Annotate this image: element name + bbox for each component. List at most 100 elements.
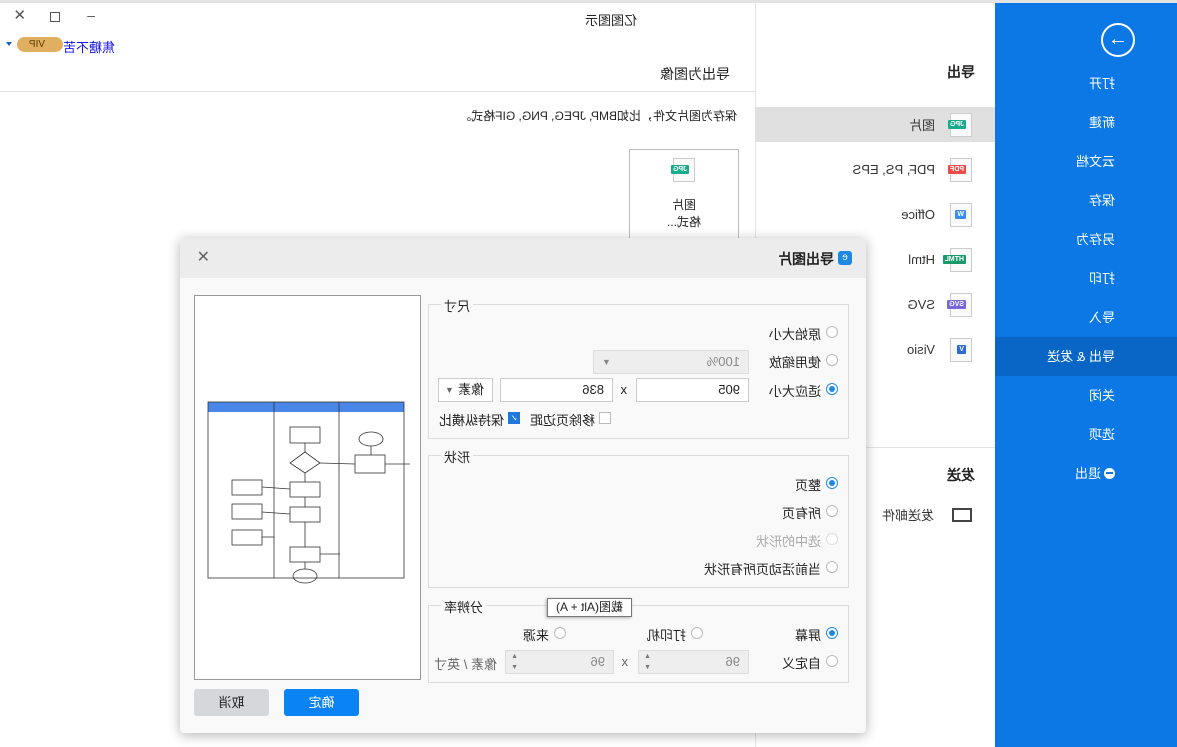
maximize-button[interactable]: [50, 12, 60, 22]
width-input[interactable]: 905: [636, 378, 749, 402]
minimize-button[interactable]: ‒: [87, 7, 95, 23]
export-item-office[interactable]: W Office: [755, 197, 995, 232]
sidebar-item-export-send[interactable]: 导出 & 发送: [995, 337, 1177, 376]
image-format-card[interactable]: JPG 图片 格式...: [629, 149, 739, 249]
times-label: x: [621, 654, 629, 669]
all-pages-radio[interactable]: [826, 505, 838, 517]
sidebar-item-import[interactable]: 导入: [995, 298, 1177, 337]
export-header: 导出: [947, 64, 975, 80]
vip-text: VIP: [28, 39, 45, 50]
label: 图片: [908, 118, 935, 133]
sidebar-item-open[interactable]: 打开: [995, 64, 1177, 103]
fit-size-label: 适应大小: [768, 384, 821, 399]
label: Html: [908, 252, 935, 267]
dialog-title: 导出图片: [778, 251, 834, 267]
screen-radio[interactable]: [826, 627, 838, 639]
unit-value: 像素: [457, 382, 484, 397]
content-description: 保存为图片文件，比如BMP, JPEG, PNG, GIF格式。: [459, 109, 737, 123]
fit-size-radio[interactable]: [826, 383, 838, 395]
resolution-group-label: 分辨率: [441, 597, 487, 616]
custom-radio[interactable]: [826, 655, 838, 667]
dpi-y-input[interactable]: 96 ▲ ▼: [505, 650, 614, 674]
back-arrow-icon[interactable]: →: [1101, 23, 1135, 57]
size-group-label: 尺寸: [441, 296, 474, 315]
printer-radio[interactable]: [691, 627, 703, 639]
chevron-down-icon: ▼: [602, 357, 611, 367]
app-window: → 打开 新建 云文档 保存 另存为 打印 导入 导出 & 发送 关闭 选项 退…: [0, 0, 1177, 747]
dpi-x-value: 96: [725, 654, 740, 669]
label: Office: [901, 207, 935, 222]
zoom-radio[interactable]: [826, 354, 838, 366]
label: 发送邮件: [881, 508, 934, 523]
exit-label: 退出: [1074, 466, 1101, 481]
whole-page-radio[interactable]: [826, 477, 838, 489]
export-item-pdf[interactable]: PDF PDF, PS, EPS: [755, 152, 995, 187]
envelope-icon: [952, 507, 972, 522]
screen-label: 屏幕: [794, 628, 821, 643]
label: PDF, PS, EPS: [852, 162, 935, 177]
unit-dropdown[interactable]: 像素 ▼: [438, 378, 493, 402]
card-subtitle: 格式...: [667, 215, 702, 229]
card-title: 图片: [672, 198, 697, 212]
remove-margin-label: 移除页边距: [529, 413, 595, 428]
dpi-unit-label: 像素 / 英寸: [434, 657, 497, 672]
printer-label: 打印机: [646, 628, 686, 643]
sidebar-item-new[interactable]: 新建: [995, 103, 1177, 142]
sidebar-item-save[interactable]: 保存: [995, 181, 1177, 220]
jpg-file-icon: JPG: [947, 112, 972, 137]
sidebar-item-close[interactable]: 关闭: [995, 376, 1177, 415]
close-window-button[interactable]: ✕: [13, 6, 26, 24]
selected-shapes-radio[interactable]: [826, 533, 838, 545]
window-title: 亿图图示: [584, 13, 637, 28]
original-size-radio[interactable]: [826, 326, 838, 338]
html-file-icon: HTML: [942, 247, 972, 272]
active-page-shapes-radio[interactable]: [826, 561, 838, 573]
source-radio[interactable]: [554, 627, 566, 639]
label: Visio: [907, 342, 935, 357]
zoom-value: 100%: [706, 354, 740, 369]
source-label: 来源: [522, 628, 549, 643]
sidebar-item-cloud[interactable]: 云文档: [995, 142, 1177, 181]
pdf-file-icon: PDF: [948, 157, 972, 182]
vip-badge[interactable]: VIP: [17, 37, 63, 52]
svg-file-icon: SVG: [947, 292, 972, 317]
sidebar-item-print[interactable]: 打印: [995, 259, 1177, 298]
dpi-x-input[interactable]: 96 ▲ ▼: [638, 650, 749, 674]
selected-shapes-label: 选中的形状: [755, 534, 821, 549]
ok-button[interactable]: 确定: [284, 689, 359, 716]
lane-header: [208, 402, 404, 412]
jpg-file-icon: JPG: [670, 158, 695, 182]
close-icon[interactable]: ✕: [197, 247, 210, 267]
zoom-dropdown[interactable]: 100% ▼: [593, 350, 749, 374]
stepper-icon[interactable]: ▲ ▼: [644, 651, 651, 673]
preview-pane: [194, 295, 421, 680]
minus-circle-icon: [1104, 468, 1115, 479]
export-item-image[interactable]: JPG 图片: [755, 107, 995, 142]
sidebar-item-options[interactable]: 选项: [995, 415, 1177, 454]
dialog-header: e 导出图片 ✕: [180, 238, 866, 278]
keep-ratio-label: 保持纵横比: [438, 413, 504, 428]
diagram-preview: [204, 394, 410, 584]
height-input[interactable]: 836: [500, 378, 613, 402]
zoom-label: 使用缩放: [768, 355, 821, 370]
cancel-button[interactable]: 取消: [194, 689, 269, 716]
app-logo-icon: e: [838, 251, 852, 265]
content-title: 导出为图像: [660, 66, 730, 82]
visio-file-icon: V: [950, 337, 972, 362]
whole-page-label: 整页: [794, 478, 821, 493]
divider: [0, 91, 755, 92]
user-name[interactable]: 焦糖不苦: [63, 37, 115, 56]
export-image-dialog: e 导出图片 ✕ 尺寸 原始大小 使用缩放 100% ▼ 适应大小 905 x 8…: [180, 238, 866, 733]
sidebar-item-exit[interactable]: 退出: [995, 454, 1177, 493]
word-file-icon: W: [950, 202, 972, 227]
times-label: x: [620, 382, 628, 397]
all-pages-label: 所有页: [781, 506, 821, 521]
sidebar: → 打开 新建 云文档 保存 另存为 打印 导入 导出 & 发送 关闭 选项 退…: [995, 3, 1177, 747]
sidebar-item-save-as[interactable]: 另存为: [995, 220, 1177, 259]
send-header: 发送: [947, 467, 975, 483]
label: SVG: [907, 297, 935, 312]
keep-ratio-checkbox[interactable]: ✓: [508, 412, 520, 424]
dropdown-arrow-icon[interactable]: [6, 42, 12, 46]
stepper-icon[interactable]: ▲ ▼: [511, 651, 518, 673]
remove-margin-checkbox[interactable]: [599, 412, 611, 424]
